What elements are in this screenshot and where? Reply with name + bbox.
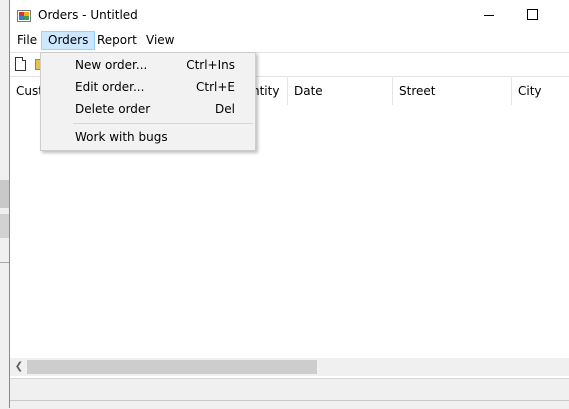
column-header-street[interactable]: Street	[393, 77, 512, 105]
menu-item-label: Edit order...	[75, 80, 145, 94]
menu-view[interactable]: View	[140, 31, 180, 50]
column-header-city[interactable]: City	[512, 77, 569, 105]
menu-separator	[73, 123, 253, 124]
title-bar: Orders - Untitled	[10, 0, 569, 30]
minimize-icon[interactable]	[472, 4, 502, 26]
app-icon	[17, 10, 31, 22]
menu-orders[interactable]: Orders	[41, 31, 96, 50]
scroll-left-arrow-icon[interactable]: ❮	[12, 360, 26, 374]
menu-file[interactable]: File	[11, 31, 43, 50]
menu-item-label: New order...	[75, 58, 148, 72]
maximize-icon[interactable]	[518, 4, 548, 26]
status-bar-divider	[10, 400, 569, 401]
menu-item-shortcut: Del	[215, 102, 235, 116]
scrollbar-thumb[interactable]	[27, 360, 317, 374]
status-bar	[10, 378, 569, 409]
menu-report[interactable]: Report	[91, 31, 143, 50]
menu-item-label: Delete order	[75, 102, 151, 116]
new-document-icon[interactable]	[15, 57, 26, 71]
column-header-date[interactable]: Date	[288, 77, 393, 105]
window-title: Orders - Untitled	[38, 8, 138, 22]
menu-bar: File Orders Report View	[10, 30, 569, 53]
menu-item-shortcut: Ctrl+Ins	[186, 58, 235, 72]
menu-item-new-order[interactable]: New order... Ctrl+Ins	[43, 54, 253, 76]
menu-item-work-with-bugs[interactable]: Work with bugs	[43, 126, 253, 148]
menu-item-shortcut: Ctrl+E	[196, 80, 235, 94]
menu-item-edit-order[interactable]: Edit order... Ctrl+E	[43, 76, 253, 98]
orders-dropdown-menu: New order... Ctrl+Ins Edit order... Ctrl…	[40, 52, 256, 151]
menu-item-delete-order[interactable]: Delete order Del	[43, 98, 253, 120]
menu-item-label: Work with bugs	[75, 130, 168, 144]
horizontal-scrollbar[interactable]: ❮	[10, 358, 569, 376]
